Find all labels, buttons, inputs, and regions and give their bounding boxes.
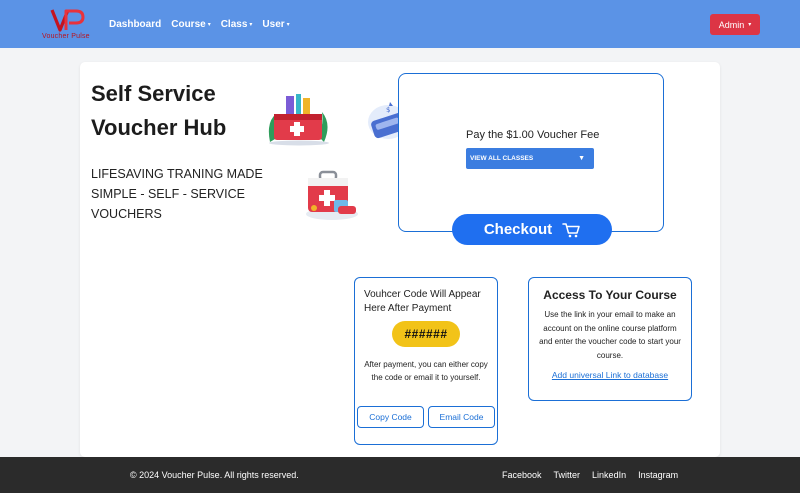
page-subtitle: LIFESAVING TRANING MADE SIMPLE - SELF - … [91, 167, 263, 221]
logo-icon [50, 9, 85, 32]
brand-logo[interactable]: Voucher Pulse [42, 8, 96, 42]
copy-code-button[interactable]: Copy Code [357, 406, 424, 428]
voucher-panel-note: After payment, you can either copy the c… [364, 360, 488, 382]
access-panel-text: Use the link in your email to make an ac… [539, 310, 681, 360]
class-select-value: VIEW ALL CLASSES [470, 155, 534, 162]
svg-text:$: $ [386, 106, 390, 114]
brand-name: Voucher Pulse [42, 33, 90, 40]
footer [0, 457, 800, 493]
first-aid-kit-illustration-icon [268, 94, 329, 146]
linkedin-link[interactable]: LinkedIn [592, 470, 626, 480]
nav-course-label: Course [171, 19, 206, 30]
email-code-button[interactable]: Email Code [428, 406, 495, 428]
caret-down-icon: ▾ [748, 22, 752, 28]
nav-dashboard[interactable]: Dashboard [109, 19, 161, 30]
dropdown-arrow-icon: ▼ [578, 155, 585, 162]
caret-down-icon: ▾ [286, 22, 290, 28]
nav-class[interactable]: Class ▾ [221, 19, 253, 30]
voucher-fee-text: Pay the $1.00 Voucher Fee [466, 129, 600, 141]
voucher-code-badge: ###### [392, 321, 460, 347]
access-panel-title: Access To Your Course [543, 288, 677, 302]
nav-class-label: Class [220, 19, 248, 30]
caret-down-icon: ▾ [249, 22, 253, 28]
caret-down-icon: ▾ [207, 22, 211, 28]
copyright-text: © 2024 Voucher Pulse. All rights reserve… [130, 470, 299, 480]
main-nav: Dashboard Course ▾ Class ▾ User ▾ [109, 19, 290, 30]
checkout-button[interactable]: Checkout [452, 214, 612, 245]
nav-user[interactable]: User ▾ [262, 19, 289, 30]
instagram-link[interactable]: Instagram [638, 470, 678, 480]
nav-user-label: User [262, 19, 285, 30]
shopping-cart-icon [562, 222, 580, 237]
twitter-link[interactable]: Twitter [554, 470, 581, 480]
facebook-link[interactable]: Facebook [502, 470, 542, 480]
medical-bag-illustration-icon [306, 170, 358, 220]
admin-dropdown-button[interactable]: Admin ▾ [710, 14, 760, 35]
admin-label: Admin [718, 19, 745, 30]
class-select[interactable]: VIEW ALL CLASSES ▼ [466, 148, 594, 169]
nav-dashboard-label: Dashboard [109, 19, 162, 30]
navbar: Voucher Pulse Dashboard Course ▾ Class ▾… [0, 0, 800, 48]
social-links: Facebook Twitter LinkedIn Instagram [502, 470, 678, 480]
nav-course[interactable]: Course ▾ [171, 19, 210, 30]
universal-link[interactable]: Add universal Link to database [530, 370, 690, 380]
voucher-panel-title: Vouhcer Code Will Appear Here After Paym… [364, 289, 481, 314]
checkout-label: Checkout [483, 221, 553, 238]
page-title: Self Service Voucher Hub [91, 81, 227, 140]
